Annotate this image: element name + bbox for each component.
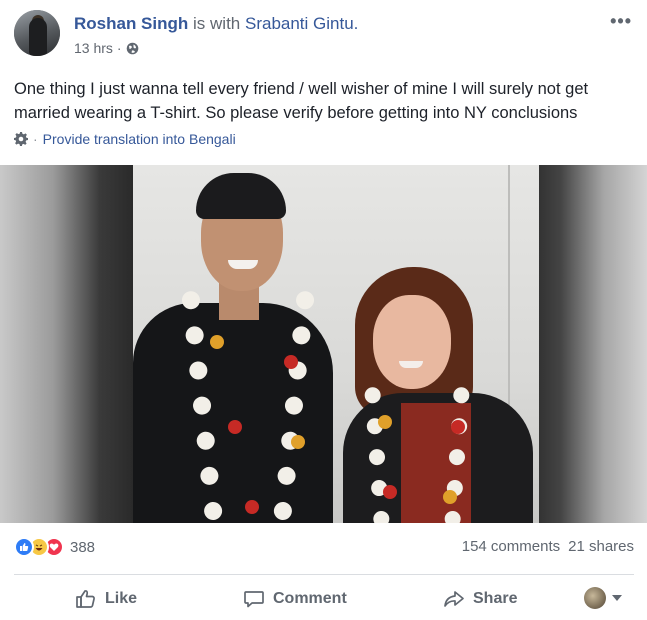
gear-icon <box>14 132 28 146</box>
like-icon <box>14 537 34 557</box>
woman-figure-face <box>373 295 451 389</box>
garland-flower <box>284 355 298 369</box>
shares-count-link[interactable]: 21 shares <box>568 538 634 555</box>
translate-row: · Provide translation into Bengali <box>14 131 236 147</box>
author-avatar[interactable] <box>14 10 60 56</box>
like-button[interactable]: Like <box>75 583 137 615</box>
more-options-icon[interactable]: ••• <box>610 12 632 30</box>
tagged-person-link[interactable]: Srabanti Gintu. <box>245 14 358 33</box>
translate-separator: · <box>33 131 38 147</box>
reactions-summary[interactable]: 388 <box>14 537 95 557</box>
woman-figure-smile <box>399 361 423 368</box>
photo-blur-right <box>539 165 647 523</box>
garland-flower <box>378 415 392 429</box>
man-figure-hair <box>196 173 286 219</box>
engagement-counts: 154 comments 21 shares <box>462 538 634 555</box>
photo-blur-left <box>0 165 133 523</box>
author-line: Roshan Singh is with Srabanti Gintu. <box>74 14 358 34</box>
garland-flower <box>451 420 465 434</box>
chevron-down-icon <box>612 595 622 601</box>
post-as-selector[interactable] <box>584 587 622 609</box>
meta-separator: · <box>116 40 122 56</box>
post-photo[interactable] <box>0 165 647 523</box>
globe-icon[interactable] <box>126 42 139 55</box>
post-timestamp[interactable]: 13 hrs <box>74 40 113 56</box>
garland-flower <box>291 435 305 449</box>
share-label: Share <box>473 590 518 607</box>
share-arrow-icon <box>443 588 465 610</box>
reaction-count[interactable]: 388 <box>70 539 95 556</box>
garland-flower <box>210 335 224 349</box>
comments-count-link[interactable]: 154 comments <box>462 538 560 555</box>
garland-flower <box>228 420 242 434</box>
post-meta: 13 hrs · <box>74 40 139 56</box>
translate-link[interactable]: Provide translation into Bengali <box>43 131 236 147</box>
author-name-link[interactable]: Roshan Singh <box>74 14 188 33</box>
divider <box>14 574 634 575</box>
garland-flower <box>245 500 259 514</box>
garland-flower <box>443 490 457 504</box>
post-header: Roshan Singh is with Srabanti Gintu. 13 … <box>14 10 634 60</box>
garland-flower <box>383 485 397 499</box>
action-bar: Like Comment Share <box>0 583 647 615</box>
comment-icon <box>243 588 265 610</box>
man-figure-smile <box>228 260 258 269</box>
like-label: Like <box>105 590 138 607</box>
thumbs-up-icon <box>75 588 97 610</box>
post-text: One thing I just wanna tell every friend… <box>14 80 589 122</box>
with-text: is with <box>193 14 241 33</box>
viewer-avatar <box>584 587 606 609</box>
facebook-post: Roshan Singh is with Srabanti Gintu. 13 … <box>0 0 647 620</box>
avatar-figure-body <box>29 18 47 56</box>
photo-main <box>133 165 539 523</box>
comment-label: Comment <box>273 590 347 607</box>
share-button[interactable]: Share <box>443 583 517 615</box>
comment-button[interactable]: Comment <box>243 583 347 615</box>
post-stats: 388 154 comments 21 shares <box>14 537 634 561</box>
